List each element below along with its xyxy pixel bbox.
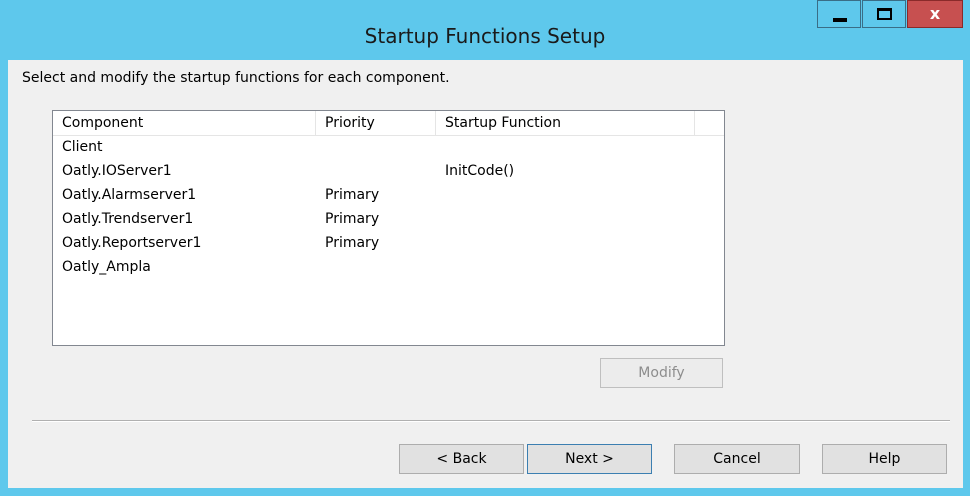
help-button[interactable]: Help <box>822 444 947 474</box>
list-item[interactable]: Oatly.IOServer1 InitCode() <box>53 159 724 183</box>
cell-component: Oatly_Ampla <box>62 259 151 275</box>
cell-component: Oatly.IOServer1 <box>62 163 172 179</box>
cell-priority: Primary <box>325 211 380 227</box>
cell-priority: Primary <box>325 235 380 251</box>
footer-divider <box>32 420 950 422</box>
dialog-body: Select and modify the startup functions … <box>8 60 963 488</box>
dialog-window: Startup Functions Setup x Select and mod… <box>0 0 970 496</box>
back-button[interactable]: < Back <box>399 444 524 474</box>
list-item[interactable]: Oatly_Ampla <box>53 255 724 279</box>
window-controls: x <box>817 0 963 30</box>
column-header-priority[interactable]: Priority <box>316 111 436 135</box>
maximize-icon <box>877 8 892 20</box>
list-item[interactable]: Oatly.Trendserver1 Primary <box>53 207 724 231</box>
cell-function: InitCode() <box>445 163 515 179</box>
cell-component: Oatly.Alarmserver1 <box>62 187 197 203</box>
cell-component: Oatly.Trendserver1 <box>62 211 194 227</box>
maximize-button[interactable] <box>862 0 906 28</box>
minimize-icon <box>833 18 847 22</box>
components-list[interactable]: Component Priority Startup Function Clie… <box>52 110 725 346</box>
list-item[interactable]: Oatly.Reportserver1 Primary <box>53 231 724 255</box>
cell-component: Oatly.Reportserver1 <box>62 235 202 251</box>
list-item[interactable]: Client <box>53 135 724 159</box>
close-button[interactable]: x <box>907 0 963 28</box>
column-header-component[interactable]: Component <box>53 111 316 135</box>
list-header: Component Priority Startup Function <box>53 111 724 136</box>
minimize-button[interactable] <box>817 0 861 28</box>
instruction-text: Select and modify the startup functions … <box>22 70 450 86</box>
cell-priority: Primary <box>325 187 380 203</box>
cell-component: Client <box>62 139 103 155</box>
list-item[interactable]: Oatly.Alarmserver1 Primary <box>53 183 724 207</box>
close-icon: x <box>929 4 941 23</box>
next-button[interactable]: Next > <box>527 444 652 474</box>
column-header-startup-function[interactable]: Startup Function <box>436 111 695 135</box>
cancel-button[interactable]: Cancel <box>674 444 800 474</box>
modify-button[interactable]: Modify <box>600 358 723 388</box>
